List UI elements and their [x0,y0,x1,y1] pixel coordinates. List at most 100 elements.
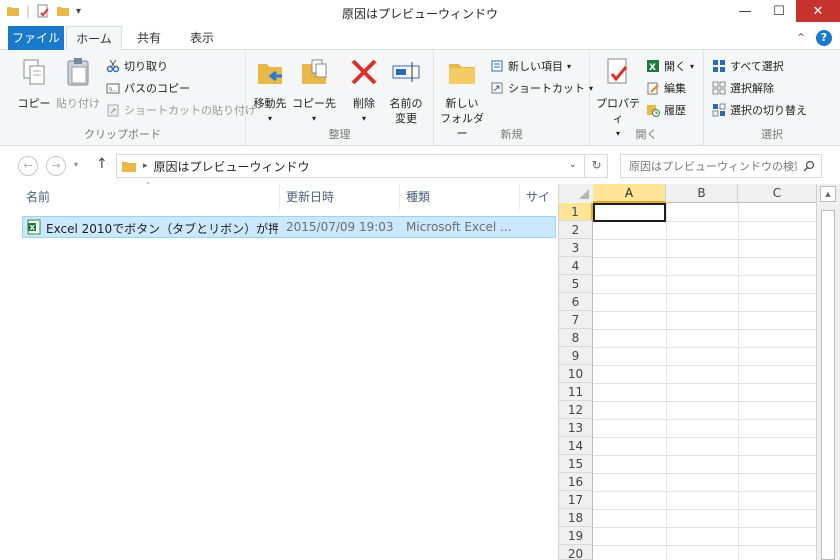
open-label: 開く [664,60,686,73]
file-list: ˄ 名前 更新日時 種類 サイズ X Excel 2010でボタン（タブとリボン… [0,182,558,560]
grid-line [593,257,817,258]
shortcut-icon [491,82,503,94]
row-header: 6 [559,293,593,311]
select-all-button[interactable]: すべて選択 [712,56,784,76]
recent-locations-icon[interactable]: ▾ [74,160,78,169]
maximize-button[interactable]: ☐ [762,0,796,22]
refresh-icon[interactable]: ↻ [584,154,608,178]
new-item-dropdown-icon: ▾ [567,61,572,71]
select-none-label: 選択解除 [730,82,774,95]
paste-label: 貼り付け [56,97,100,110]
up-arrow-icon[interactable]: ↑ [96,156,108,172]
select-all-corner [559,184,593,203]
paste-shortcut-button[interactable]: ショートカットの貼り付け [106,100,256,120]
move-to-dropdown-icon: ▾ [267,114,272,123]
column-size[interactable]: サイズ [520,184,558,230]
new-item-button[interactable]: 新しい項目 ▾ [490,56,571,76]
row-header: 17 [559,491,593,509]
select-all-icon [713,60,725,72]
row-header: 9 [559,347,593,365]
row-header: 4 [559,257,593,275]
grid-line [593,473,817,474]
delete-label: 削除 [353,97,375,110]
breadcrumb-path[interactable]: 原因はプレビューウィンドウ [154,158,310,175]
address-box[interactable]: ▸ 原因はプレビューウィンドウ ⌄ [116,154,608,178]
svg-text:X: X [649,63,656,73]
address-dropdown-icon[interactable]: ⌄ [569,159,577,170]
history-button[interactable]: 履歴 [646,100,686,120]
column-type[interactable]: 種類 [400,184,520,210]
grid-line [593,329,817,330]
new-folder-icon [449,64,475,84]
copy-path-label: パスのコピー [124,82,190,95]
column-header-a: A [593,184,666,203]
tab-home[interactable]: ホーム [66,26,122,51]
minimize-button[interactable]: — [728,0,762,22]
row-header: 11 [559,383,593,401]
new-group: 新しい フォルダー 新しい項目 ▾ ショートカット ▾ 新規 [434,50,593,146]
active-cell [593,203,666,222]
column-modified[interactable]: 更新日時 [280,184,400,210]
help-icon[interactable]: ? [816,30,832,46]
easy-access-button[interactable]: ショートカット ▾ [490,78,593,98]
column-name[interactable]: 名前 [20,184,280,210]
select-none-button[interactable]: 選択解除 [712,78,774,98]
excel-file-icon: X [27,219,41,235]
new-folder-label-1: 新しい [445,97,479,110]
tab-file[interactable]: ファイル [8,26,64,50]
ribbon: コピー 貼り付け 切り取り \\... パスのコピー ショートカットの貼り付け … [0,50,840,146]
ribbon-tabs: ファイル ホーム 共有 表示 ⌃ ? [0,26,840,51]
excel-open-icon: X [647,60,659,73]
paste-icon [67,58,89,86]
copy-path-button[interactable]: \\... パスのコピー [106,78,190,98]
forward-button[interactable]: → [46,156,66,176]
row-header: 3 [559,239,593,257]
new-item-icon [491,60,503,72]
copy-label: コピー [17,97,51,110]
table-row[interactable]: X Excel 2010でボタン（タブとリボン）が押せ... 2015/07/0… [22,216,556,238]
organize-group: 移動先 ▾ コピー先 ▾ 削除 ▾ 名前の 変更 整理 [246,50,434,146]
file-modified: 2015/07/09 19:03 [286,220,394,234]
invert-selection-button[interactable]: 選択の切り替え [712,100,807,120]
scroll-thumb[interactable] [821,210,835,560]
copy-to-dropdown-icon: ▾ [311,114,316,123]
paste-button[interactable]: 貼り付け [56,56,100,111]
open-dropdown-icon: ▾ [690,61,695,71]
rename-label-1: 名前の [389,97,423,110]
search-input[interactable] [629,159,797,173]
rename-button[interactable]: 名前の 変更 [384,56,428,126]
grid-line [593,419,817,420]
preview-pane: A B C 1 2 3 4 5 6 7 8 9 10 11 12 13 14 1… [558,184,817,560]
paste-shortcut-label: ショートカットの貼り付け [124,104,256,117]
edit-button[interactable]: 編集 [646,78,686,98]
search-icon[interactable] [803,160,815,172]
grid-line [593,347,817,348]
move-to-button[interactable]: 移動先 ▾ [248,56,292,126]
history-icon [647,105,660,117]
back-button[interactable]: ← [18,156,38,176]
paste-shortcut-icon [107,104,119,117]
collapse-ribbon-icon[interactable]: ⌃ [796,31,806,45]
copy-path-icon: \\... [106,83,120,94]
edit-icon [647,82,659,95]
scroll-up-icon[interactable]: ▲ [820,186,836,202]
breadcrumb-chevron-icon[interactable]: ▸ [143,161,148,171]
vertical-scrollbar[interactable]: ▲ [816,184,840,560]
row-header: 1 [559,203,593,221]
grid-line [593,383,817,384]
window-title: 原因はプレビューウィンドウ [341,7,498,21]
row-header: 20 [559,545,593,560]
tab-view[interactable]: 表示 [176,26,228,50]
row-header: 2 [559,221,593,239]
tab-share[interactable]: 共有 [124,26,174,50]
cut-button[interactable]: 切り取り [106,56,168,76]
search-box[interactable] [620,154,822,178]
row-header: 14 [559,437,593,455]
copy-to-button[interactable]: コピー先 ▾ [292,56,336,126]
copy-button[interactable]: コピー [12,56,56,111]
select-none-icon [712,81,726,95]
delete-button[interactable]: 削除 ▾ [342,56,386,126]
open-button[interactable]: X 開く ▾ [646,56,694,76]
close-button[interactable]: ✕ [796,0,840,22]
column-header-b: B [666,184,738,203]
